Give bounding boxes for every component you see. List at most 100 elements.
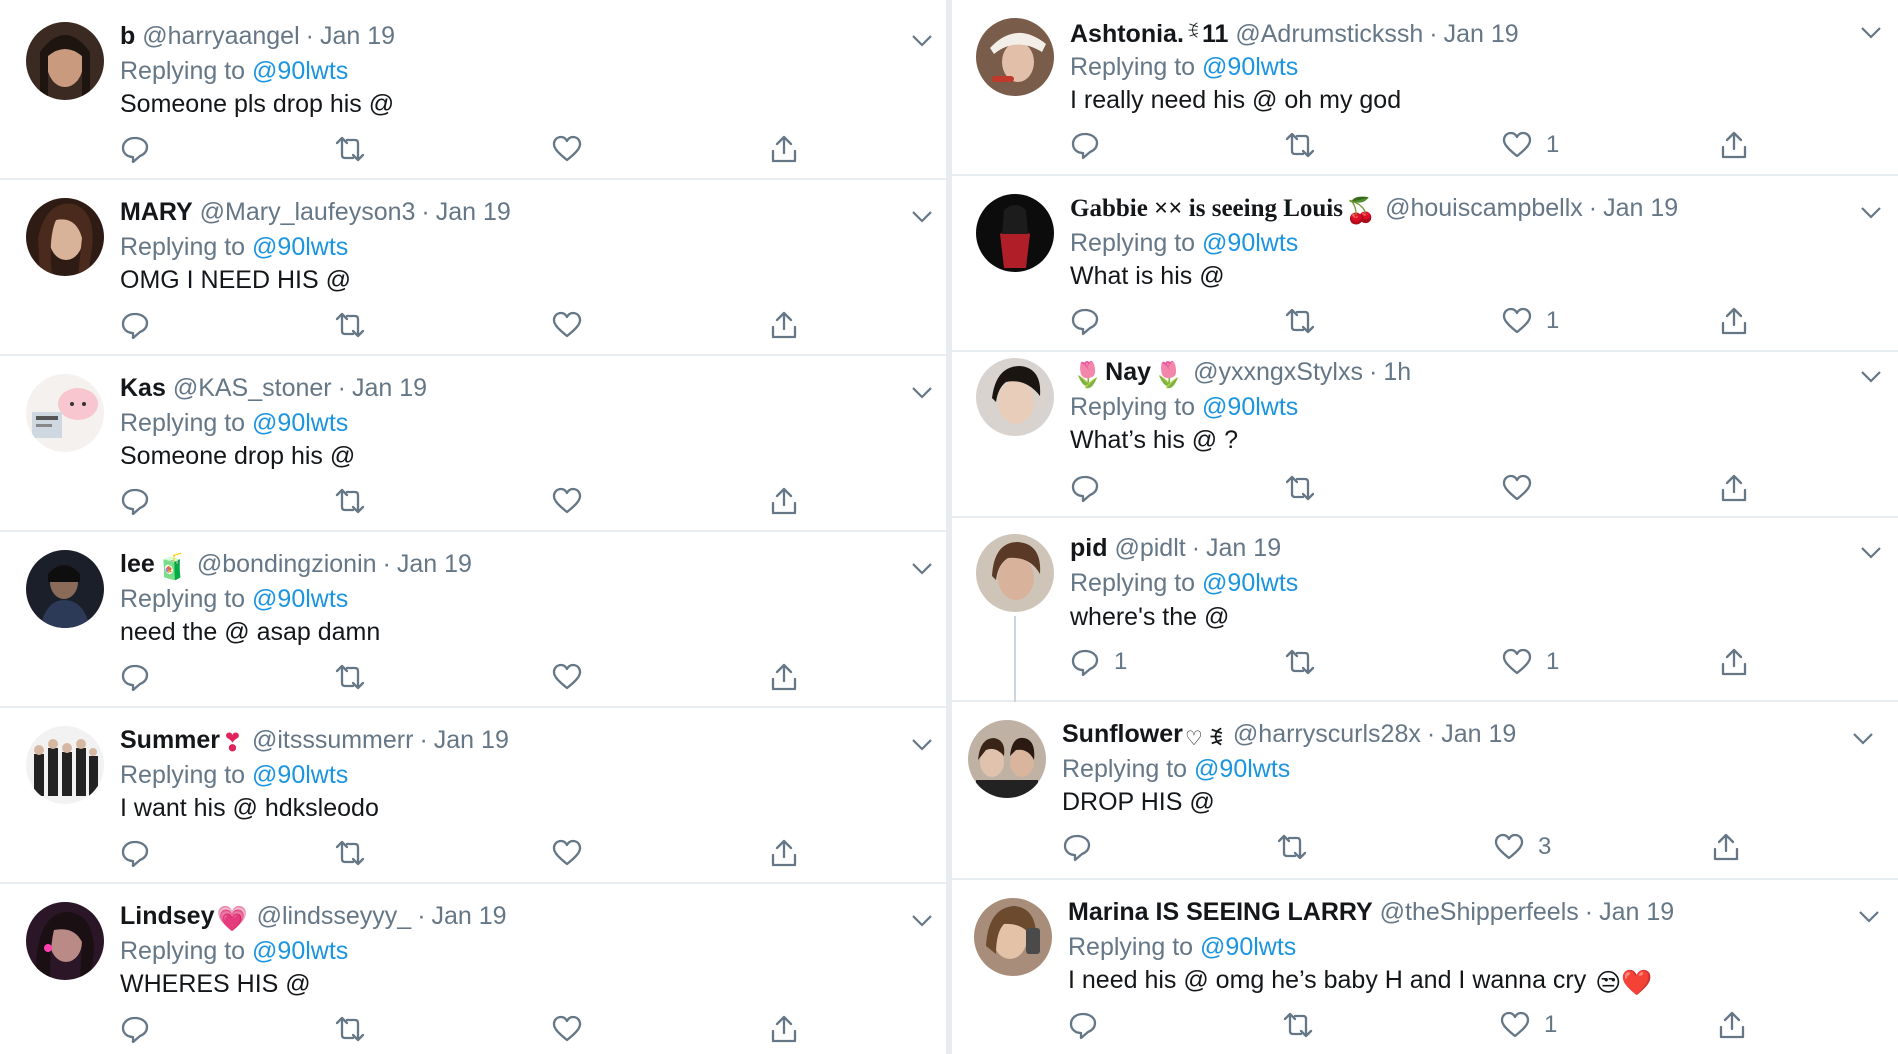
avatar[interactable] [976, 534, 1054, 612]
share-button[interactable] [769, 309, 799, 341]
share-button[interactable] [1719, 305, 1749, 337]
reply-mention-link[interactable]: @90lwts [252, 57, 348, 85]
user-handle[interactable]: @harryscurls28x [1233, 720, 1421, 748]
user-handle[interactable]: @KAS_stoner [173, 374, 332, 402]
avatar[interactable] [26, 374, 104, 452]
timestamp[interactable]: Jan 19 [432, 902, 507, 930]
chevron-down-icon[interactable] [911, 914, 933, 928]
retweet-button[interactable] [1285, 305, 1315, 337]
avatar[interactable] [26, 902, 104, 980]
avatar[interactable] [26, 550, 104, 628]
user-handle[interactable]: @Mary_laufeyson3 [200, 198, 416, 226]
reply-button[interactable] [1070, 129, 1100, 161]
user-handle[interactable]: @houiscampbellx [1385, 194, 1583, 222]
share-button[interactable] [1719, 646, 1749, 678]
like-button[interactable] [552, 133, 596, 165]
chevron-down-icon[interactable] [1858, 910, 1880, 924]
avatar[interactable] [976, 194, 1054, 272]
share-button[interactable] [1719, 129, 1749, 161]
like-button[interactable]: 1 [1502, 305, 1559, 337]
like-button[interactable]: 3 [1494, 831, 1551, 863]
user-handle[interactable]: @itsssummerr [252, 726, 414, 754]
reply-button[interactable] [120, 485, 150, 517]
tweet[interactable]: Marina IS SEEING LARRY @theShipperfeels ·… [952, 880, 1898, 1054]
share-button[interactable] [769, 485, 799, 517]
timestamp[interactable]: Jan 19 [397, 550, 472, 578]
reply-button[interactable] [120, 1013, 150, 1045]
avatar[interactable] [976, 358, 1054, 436]
share-button[interactable] [769, 1013, 799, 1045]
reply-button[interactable]: 1 [1070, 646, 1127, 678]
reply-mention-link[interactable]: @90lwts [1194, 755, 1290, 783]
timestamp[interactable]: Jan 19 [436, 198, 511, 226]
avatar[interactable] [976, 18, 1054, 96]
display-name[interactable]: Nay [1105, 358, 1151, 386]
timestamp[interactable]: Jan 19 [1603, 194, 1678, 222]
tweet[interactable]: Summer❣ @itsssummerr · Jan 19 Replying to … [0, 708, 948, 884]
user-handle[interactable]: @theShipperfeels [1380, 898, 1579, 926]
reply-button[interactable] [120, 661, 150, 693]
display-name[interactable]: Summer [120, 726, 220, 754]
reply-mention-link[interactable]: @90lwts [252, 937, 348, 965]
chevron-down-icon[interactable] [1852, 732, 1874, 746]
reply-mention-link[interactable]: @90lwts [1202, 393, 1298, 421]
timestamp[interactable]: Jan 19 [1599, 898, 1674, 926]
share-button[interactable] [769, 837, 799, 869]
chevron-down-icon[interactable] [1860, 26, 1882, 40]
display-name[interactable]: Lindsey [120, 902, 214, 930]
reply-mention-link[interactable]: @90lwts [252, 233, 348, 261]
share-button[interactable] [1717, 1009, 1747, 1041]
tweet[interactable]: Lindsey💗 @lindsseyyy_ · Jan 19 Replying to… [0, 884, 948, 1054]
avatar[interactable] [26, 22, 104, 100]
tweet[interactable]: Sunflower ♡ ꉂ @harryscurls28x · Jan 19 Repl… [952, 702, 1898, 880]
timestamp[interactable]: Jan 19 [1441, 720, 1516, 748]
retweet-button[interactable] [335, 133, 365, 165]
like-button[interactable]: 1 [1500, 1009, 1557, 1041]
user-handle[interactable]: @lindsseyyy_ [257, 902, 412, 930]
avatar[interactable] [974, 898, 1052, 976]
user-handle[interactable]: @bondingzionin [197, 550, 377, 578]
like-button[interactable] [552, 661, 596, 693]
like-button[interactable] [552, 1013, 596, 1045]
tweet[interactable]: b @harryaangel · Jan 19 Replying to @90lwt… [0, 4, 948, 180]
reply-button[interactable] [120, 309, 150, 341]
chevron-down-icon[interactable] [1860, 370, 1882, 384]
display-name[interactable]: Ashtonia. [1070, 20, 1184, 48]
reply-mention-link[interactable]: @90lwts [1202, 569, 1298, 597]
like-button[interactable] [552, 309, 596, 341]
tweet[interactable]: Ashtonia. ꉂ11 @Adrumstickssh · Jan 19 Reply… [952, 0, 1898, 176]
retweet-button[interactable] [335, 1013, 365, 1045]
user-handle[interactable]: @pidlt [1114, 534, 1185, 562]
timestamp[interactable]: Jan 19 [434, 726, 509, 754]
like-button[interactable] [552, 837, 596, 869]
display-name[interactable]: pid [1070, 534, 1108, 562]
reply-button[interactable] [120, 837, 150, 869]
reply-mention-link[interactable]: @90lwts [252, 409, 348, 437]
retweet-button[interactable] [1283, 1009, 1313, 1041]
display-name[interactable]: Marina IS SEEING LARRY [1068, 898, 1373, 926]
like-button[interactable]: 1 [1502, 646, 1559, 678]
reply-mention-link[interactable]: @90lwts [252, 585, 348, 613]
user-handle[interactable]: @harryaangel [142, 22, 299, 50]
reply-button[interactable] [120, 133, 150, 165]
chevron-down-icon[interactable] [1860, 206, 1882, 220]
reply-button[interactable] [1068, 1009, 1098, 1041]
share-button[interactable] [769, 661, 799, 693]
like-button[interactable]: 1 [1502, 129, 1559, 161]
user-handle[interactable]: @Adrumstickssh [1235, 20, 1423, 48]
retweet-button[interactable] [1285, 646, 1315, 678]
reply-mention-link[interactable]: @90lwts [1202, 229, 1298, 257]
chevron-down-icon[interactable] [911, 386, 933, 400]
retweet-button[interactable] [1285, 472, 1315, 504]
avatar[interactable] [26, 198, 104, 276]
retweet-button[interactable] [335, 485, 365, 517]
reply-mention-link[interactable]: @90lwts [1200, 933, 1296, 961]
tweet[interactable]: Gabbie ×× is seeing Louis🍒 @houiscampbel… [952, 176, 1898, 352]
tweet[interactable]: Kas @KAS_stoner · Jan 19 Replying to @90lw… [0, 356, 948, 532]
chevron-down-icon[interactable] [1860, 546, 1882, 560]
reply-mention-link[interactable]: @90lwts [252, 761, 348, 789]
chevron-down-icon[interactable] [911, 738, 933, 752]
chevron-down-icon[interactable] [911, 34, 933, 48]
reply-mention-link[interactable]: @90lwts [1202, 53, 1298, 81]
tweet[interactable]: MARY @Mary_laufeyson3 · Jan 19 Replying to… [0, 180, 948, 356]
